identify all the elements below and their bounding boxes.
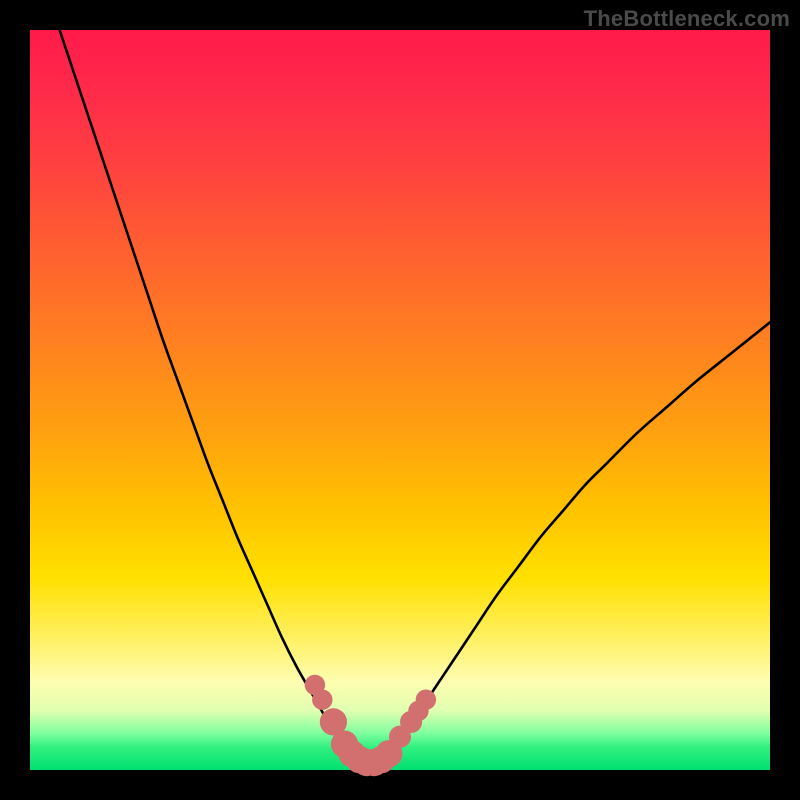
marker-dot <box>312 689 332 709</box>
chart-container: TheBottleneck.com <box>0 0 800 800</box>
marker-dots <box>305 675 436 777</box>
plot-area <box>30 30 770 770</box>
bottleneck-curve <box>60 30 770 764</box>
marker-dot <box>416 689 436 709</box>
watermark-text: TheBottleneck.com <box>584 6 790 32</box>
curve-paths <box>60 30 770 764</box>
chart-svg <box>30 30 770 770</box>
